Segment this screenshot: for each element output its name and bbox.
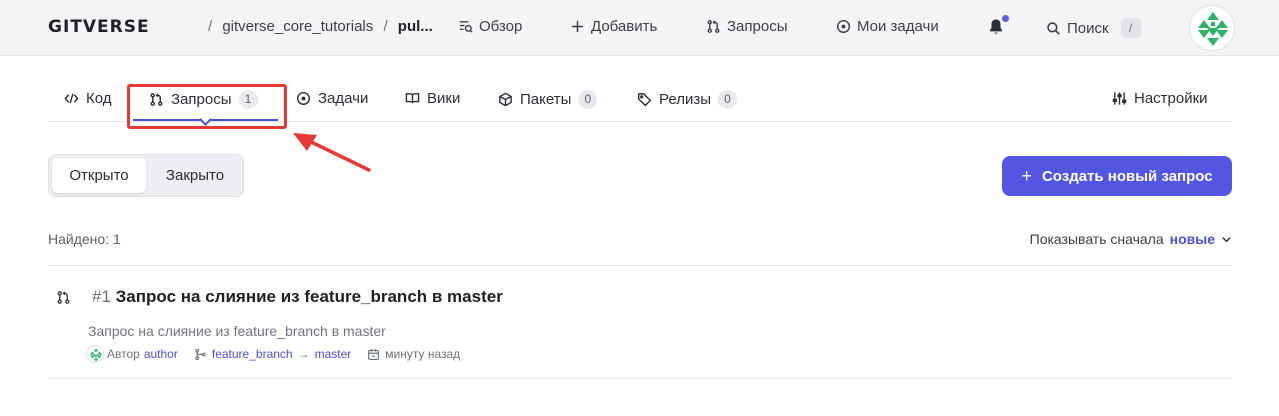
results-count: Найдено: 1 <box>48 231 121 247</box>
target-branch-link[interactable]: master <box>315 347 352 361</box>
pr-title-link[interactable]: #1 Запрос на слияние из feature_branch в… <box>92 287 503 307</box>
nav-add[interactable]: Добавить <box>570 18 657 35</box>
nav-my-tasks[interactable]: Мои задачи <box>836 18 939 35</box>
author-link[interactable]: author <box>144 347 178 361</box>
notification-dot <box>1002 15 1009 22</box>
pr-description: Запрос на слияние из feature_branch в ma… <box>88 323 386 339</box>
pull-request-icon <box>707 20 720 33</box>
pr-number: #1 <box>92 287 111 306</box>
list-divider <box>48 378 1232 379</box>
sort-value: новые <box>1169 231 1215 247</box>
issue-circle-icon <box>836 19 851 34</box>
nav-overview[interactable]: Обзор <box>458 18 522 35</box>
annotation-highlight-box <box>127 84 287 129</box>
tab-wiki-label: Вики <box>427 90 461 107</box>
state-filter: Открыто Закрыто <box>48 154 244 197</box>
author-avatar-image <box>87 346 103 362</box>
overview-icon <box>459 21 473 33</box>
author-label: Автор <box>107 347 140 361</box>
pr-time: минуту назад <box>385 347 461 361</box>
chevron-down-icon <box>1222 236 1231 242</box>
nav-add-label: Добавить <box>591 18 658 35</box>
branch-arrow: → <box>297 347 310 361</box>
tab-issues[interactable]: Задачи <box>296 90 368 107</box>
nav-search-label: Поиск <box>1067 19 1109 37</box>
create-request-label: Создать новый запрос <box>1041 167 1213 185</box>
calendar-icon <box>368 348 380 360</box>
search-shortcut-key: / <box>1120 18 1141 38</box>
annotation-arrow-icon <box>293 133 371 172</box>
breadcrumb-separator: / <box>383 18 388 35</box>
top-header: GITVERSE / gitverse_core_tutorials / pul… <box>0 0 1279 56</box>
pr-meta: Автор author feature_branch → master мин… <box>86 345 460 363</box>
bell-icon[interactable] <box>988 18 1004 36</box>
nav-overview-label: Обзор <box>479 18 523 35</box>
tag-icon <box>637 93 652 107</box>
tab-code[interactable]: Код <box>64 90 112 107</box>
nav-requests[interactable]: Запросы <box>706 18 788 35</box>
tab-settings[interactable]: Настройки <box>1112 90 1208 107</box>
book-icon <box>405 93 420 104</box>
settings-sliders-icon <box>1112 92 1127 105</box>
branch-icon <box>195 348 206 360</box>
user-avatar-image <box>1190 6 1234 50</box>
filter-open-button[interactable]: Открыто <box>52 158 146 193</box>
tab-releases-count: 0 <box>717 90 737 109</box>
user-avatar[interactable] <box>1189 5 1235 51</box>
tab-issues-label: Задачи <box>318 90 369 107</box>
tab-packages-count: 0 <box>578 90 598 109</box>
nav-requests-label: Запросы <box>727 18 788 35</box>
nav-search[interactable]: Поиск / <box>1046 18 1141 38</box>
tab-releases[interactable]: Релизы 0 <box>637 90 737 109</box>
tab-settings-label: Настройки <box>1134 90 1208 107</box>
create-request-button[interactable]: + Создать новый запрос <box>1002 156 1232 196</box>
pull-request-icon <box>57 291 70 304</box>
plus-icon: + <box>1021 166 1032 186</box>
gitverse-logo[interactable]: GITVERSE <box>48 17 150 37</box>
plus-icon <box>571 20 584 33</box>
tab-wiki[interactable]: Вики <box>405 90 460 107</box>
sort-label: Показывать сначала <box>1029 231 1164 247</box>
author-avatar <box>86 345 104 363</box>
filter-closed-button[interactable]: Закрыто <box>149 158 241 193</box>
sort-dropdown[interactable]: Показывать сначала новые <box>1030 231 1232 247</box>
issue-circle-icon <box>296 91 311 106</box>
tab-code-label: Код <box>86 90 112 107</box>
breadcrumb-repo[interactable]: pul... <box>398 18 433 35</box>
breadcrumb-owner[interactable]: gitverse_core_tutorials <box>222 18 373 35</box>
pr-title: Запрос на слияние из feature_branch в ma… <box>115 287 503 306</box>
package-icon <box>499 92 512 107</box>
source-branch-link[interactable]: feature_branch <box>212 347 293 361</box>
code-icon <box>64 93 79 104</box>
tab-releases-label: Релизы <box>659 91 711 108</box>
tab-packages-label: Пакеты <box>520 91 572 108</box>
search-icon <box>1047 21 1060 35</box>
list-divider <box>48 265 1232 266</box>
breadcrumb-separator: / <box>208 18 213 35</box>
breadcrumb: / gitverse_core_tutorials / pul... <box>202 18 433 35</box>
tab-packages[interactable]: Пакеты 0 <box>498 90 598 109</box>
nav-my-tasks-label: Мои задачи <box>857 18 939 35</box>
